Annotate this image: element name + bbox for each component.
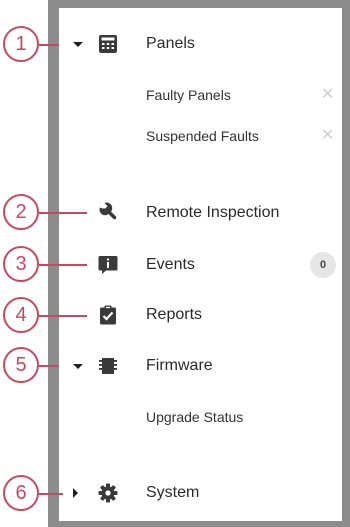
- nav-item-firmware[interactable]: Firmware: [59, 344, 342, 388]
- nav-sublabel-suspended-faults: Suspended Faults: [146, 128, 259, 144]
- nav-sublabel-faulty-panels: Faulty Panels: [146, 87, 231, 103]
- nav-subitem-suspended-faults[interactable]: Suspended Faults ✕: [59, 114, 342, 158]
- callout-1-leader: [39, 44, 59, 46]
- nav-item-panels[interactable]: Panels: [59, 22, 342, 66]
- nav-label-panels: Panels: [146, 35, 195, 52]
- nav-item-reports[interactable]: Reports: [59, 293, 342, 337]
- calculator-icon: [99, 35, 117, 53]
- callout-1: 1: [3, 26, 39, 62]
- clear-suspended-faults-icon[interactable]: ✕: [321, 128, 334, 144]
- callout-6: 6: [3, 475, 39, 511]
- nav-item-remote-inspection[interactable]: Remote Inspection: [59, 191, 342, 235]
- callout-5: 5: [3, 347, 39, 383]
- events-count-badge: 0: [310, 252, 336, 278]
- info-icon: [98, 256, 118, 274]
- nav-item-system[interactable]: System: [59, 471, 342, 515]
- chevron-right-icon[interactable]: [73, 488, 78, 498]
- nav-label-reports: Reports: [146, 306, 203, 323]
- chip-icon: [99, 358, 117, 374]
- callout-4: 4: [3, 297, 39, 333]
- chevron-down-icon[interactable]: [73, 364, 83, 369]
- callout-5-leader: [39, 365, 59, 367]
- callout-2: 2: [3, 194, 39, 230]
- nav-label-events: Events: [146, 256, 195, 273]
- nav-sublabel-upgrade-status: Upgrade Status: [146, 409, 244, 425]
- wrench-icon: [99, 202, 117, 220]
- clear-faulty-panels-icon[interactable]: ✕: [321, 87, 334, 103]
- gear-icon: [98, 483, 118, 503]
- clipboard-check-icon: [100, 305, 116, 325]
- nav-subitem-faulty-panels[interactable]: Faulty Panels ✕: [59, 73, 342, 117]
- nav-label-system: System: [146, 484, 200, 501]
- nav-label-firmware: Firmware: [146, 357, 213, 374]
- callout-3: 3: [3, 246, 39, 282]
- nav-item-events[interactable]: Events 0: [59, 243, 342, 287]
- nav-subitem-upgrade-status[interactable]: Upgrade Status: [59, 395, 342, 439]
- chevron-down-icon[interactable]: [73, 42, 83, 47]
- nav-label-remote-inspection: Remote Inspection: [146, 204, 280, 221]
